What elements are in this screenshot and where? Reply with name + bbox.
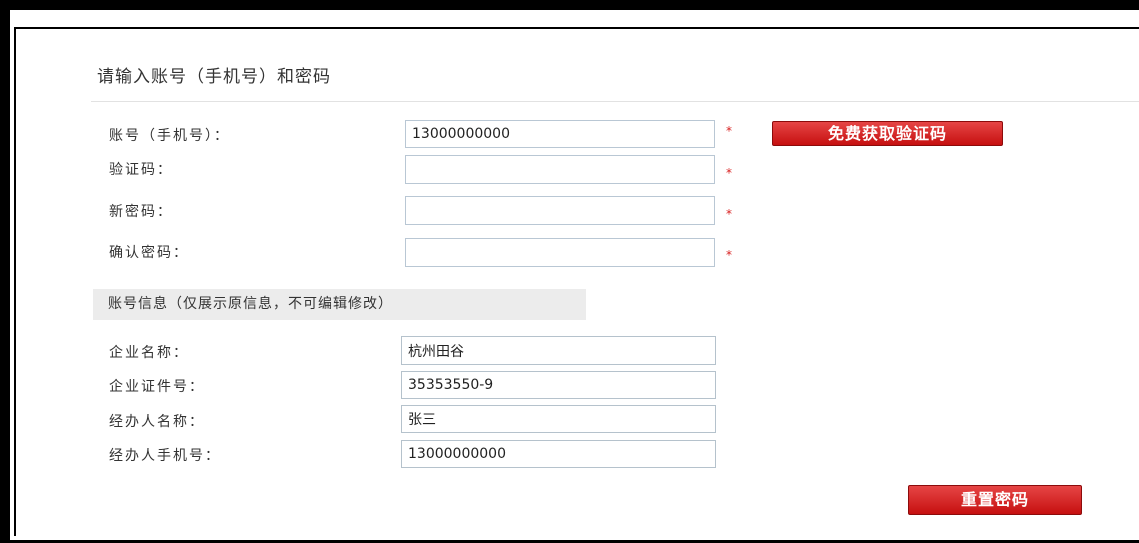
new-password-required-mark: * bbox=[726, 207, 732, 221]
account-info-header: 账号信息（仅展示原信息，不可编辑修改） bbox=[93, 289, 586, 320]
reset-password-button[interactable]: 重置密码 bbox=[908, 485, 1082, 515]
agent-name-label: 经办人名称： bbox=[109, 414, 205, 430]
confirm-password-required-mark: * bbox=[726, 248, 732, 262]
code-required-mark: * bbox=[726, 166, 732, 180]
account-required-mark: * bbox=[726, 124, 732, 138]
new-password-label: 新密码： bbox=[109, 204, 173, 220]
agent-phone-field bbox=[401, 440, 716, 468]
verification-code-label: 验证码： bbox=[109, 162, 173, 178]
new-password-input[interactable] bbox=[405, 196, 715, 225]
company-name-label: 企业名称： bbox=[109, 345, 189, 361]
company-cert-field bbox=[401, 371, 716, 399]
account-input[interactable] bbox=[405, 120, 715, 148]
company-cert-label: 企业证件号： bbox=[109, 379, 205, 395]
verification-code-input[interactable] bbox=[405, 155, 715, 184]
confirm-password-label: 确认密码： bbox=[109, 245, 189, 261]
agent-phone-label: 经办人手机号： bbox=[109, 448, 221, 464]
agent-name-field bbox=[401, 405, 716, 433]
account-label: 账号（手机号）： bbox=[109, 128, 230, 144]
title-divider bbox=[91, 101, 1139, 102]
confirm-password-input[interactable] bbox=[405, 238, 715, 267]
section-title: 请输入账号（手机号）和密码 bbox=[97, 67, 331, 87]
get-verification-code-button[interactable]: 免费获取验证码 bbox=[772, 121, 1003, 146]
company-name-field bbox=[401, 336, 716, 365]
